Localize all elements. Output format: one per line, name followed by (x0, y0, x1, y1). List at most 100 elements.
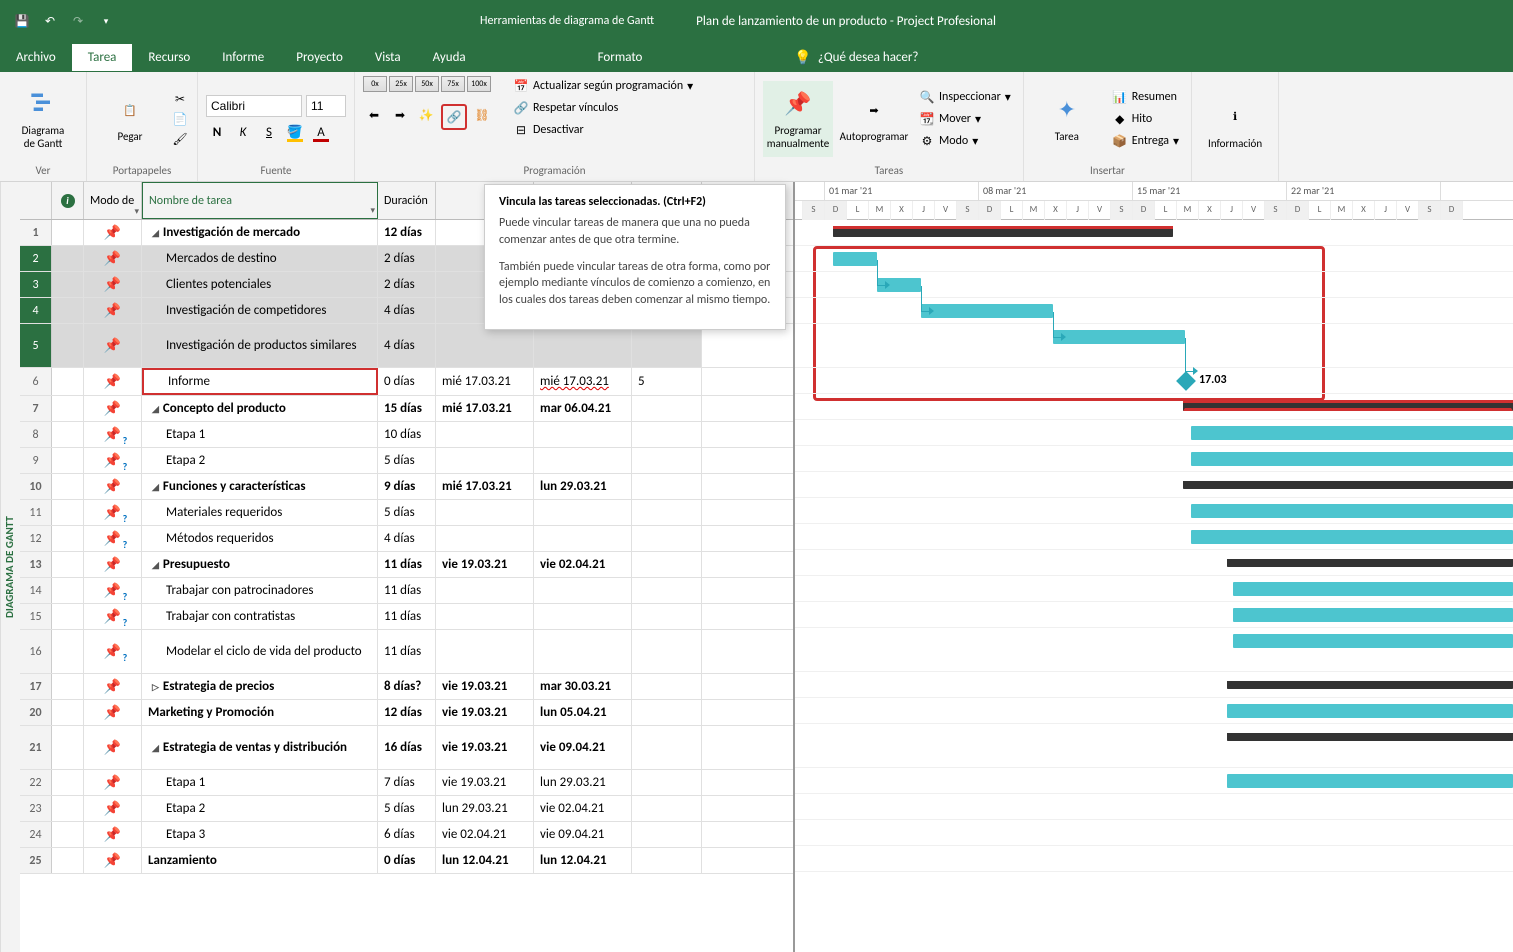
row-info[interactable] (52, 272, 84, 297)
row-mode[interactable]: 📌 (84, 526, 142, 551)
row-mode[interactable]: 📌 (84, 552, 142, 577)
table-row[interactable]: 10📌Funciones y características9 díasmié … (20, 474, 793, 500)
row-mode[interactable]: 📌 (84, 220, 142, 245)
row-name[interactable]: Investigación de competidores (142, 298, 378, 323)
row-start[interactable]: vie 19.03.21 (436, 674, 534, 699)
row-name[interactable]: Métodos requeridos (142, 526, 378, 551)
row-pred[interactable] (632, 396, 702, 421)
row-mode[interactable]: 📌 (84, 298, 142, 323)
gantt-row[interactable] (795, 246, 1513, 272)
row-duration[interactable]: 7 días (378, 770, 436, 795)
gantt-bar[interactable] (1183, 481, 1513, 489)
pct-100-button[interactable]: 100x (467, 76, 491, 92)
row-info[interactable] (52, 396, 84, 421)
row-info[interactable] (52, 298, 84, 323)
row-finish[interactable] (534, 448, 632, 473)
gantt-bar[interactable] (833, 229, 1173, 237)
row-pred[interactable] (632, 448, 702, 473)
row-info[interactable] (52, 448, 84, 473)
paste-button[interactable]: 📋 Pegar (95, 81, 165, 157)
row-info[interactable] (52, 700, 84, 725)
gantt-bar[interactable] (1191, 426, 1513, 440)
row-pred[interactable] (632, 726, 702, 769)
row-finish[interactable]: mar 06.04.21 (534, 396, 632, 421)
gantt-row[interactable] (795, 220, 1513, 246)
row-name[interactable]: Trabajar con patrocinadores (142, 578, 378, 603)
row-id[interactable]: 2 (20, 246, 52, 271)
row-mode[interactable]: 📌 (84, 700, 142, 725)
row-mode[interactable]: 📌 (84, 796, 142, 821)
col-name[interactable]: Nombre de tarea▾ (142, 182, 378, 219)
qat-dropdown-icon[interactable]: ▾ (94, 9, 118, 33)
row-duration[interactable]: 10 días (378, 422, 436, 447)
row-info[interactable] (52, 324, 84, 367)
row-pred[interactable] (632, 848, 702, 873)
row-pred[interactable] (632, 500, 702, 525)
table-row[interactable]: 23📌Etapa 25 díaslun 29.03.21vie 02.04.21 (20, 796, 793, 822)
table-row[interactable]: 9📌Etapa 25 días (20, 448, 793, 474)
row-duration[interactable]: 5 días (378, 500, 436, 525)
gantt-bar[interactable] (1053, 330, 1185, 344)
inspect-button[interactable]: 🔍Inspeccionar ▾ (915, 87, 1015, 107)
row-name[interactable]: Investigación de mercado (142, 220, 378, 245)
deactivate-button[interactable]: ⊟Desactivar (509, 120, 697, 140)
tab-proyecto[interactable]: Proyecto (280, 44, 359, 71)
row-duration[interactable]: 15 días (378, 396, 436, 421)
row-name[interactable]: Etapa 3 (142, 822, 378, 847)
row-info[interactable] (52, 630, 84, 673)
row-finish[interactable] (534, 500, 632, 525)
table-row[interactable]: 8📌Etapa 110 días (20, 422, 793, 448)
row-pred[interactable] (632, 422, 702, 447)
mode-button[interactable]: ⚙Modo ▾ (915, 131, 1015, 151)
row-name[interactable]: Etapa 2 (142, 448, 378, 473)
row-start[interactable]: vie 19.03.21 (436, 552, 534, 577)
row-start[interactable]: vie 19.03.21 (436, 726, 534, 769)
row-mode[interactable]: 📌 (84, 604, 142, 629)
gantt-row[interactable]: 17.03 (795, 368, 1513, 394)
row-pred[interactable] (632, 796, 702, 821)
tab-formato[interactable]: Formato (582, 44, 659, 71)
table-row[interactable]: 13📌Presupuesto11 díasvie 19.03.21vie 02.… (20, 552, 793, 578)
row-mode[interactable]: 📌 (84, 770, 142, 795)
update-schedule-button[interactable]: 📅Actualizar según programación ▾ (509, 76, 697, 96)
gantt-row[interactable] (795, 628, 1513, 672)
row-id[interactable]: 13 (20, 552, 52, 577)
tab-tarea[interactable]: Tarea (72, 44, 133, 71)
row-mode[interactable]: 📌 (84, 246, 142, 271)
table-row[interactable]: 6📌Informe0 díasmié 17.03.21mié 17.03.215 (20, 368, 793, 396)
row-mode[interactable]: 📌 (84, 422, 142, 447)
row-duration[interactable]: 4 días (378, 324, 436, 367)
font-size-input[interactable] (306, 95, 346, 117)
outdent-icon[interactable]: ⬅ (363, 104, 385, 126)
row-info[interactable] (52, 368, 84, 395)
gantt-row[interactable] (795, 524, 1513, 550)
save-icon[interactable]: 💾 (10, 9, 34, 33)
row-id[interactable]: 22 (20, 770, 52, 795)
row-start[interactable]: mié 17.03.21 (436, 368, 534, 395)
row-id[interactable]: 8 (20, 422, 52, 447)
row-start[interactable] (436, 526, 534, 551)
row-pred[interactable] (632, 630, 702, 673)
row-name[interactable]: Presupuesto (142, 552, 378, 577)
insert-milestone-button[interactable]: ◆Hito (1108, 109, 1183, 129)
table-row[interactable]: 7📌Concepto del producto15 díasmié 17.03.… (20, 396, 793, 422)
row-id[interactable]: 23 (20, 796, 52, 821)
row-start[interactable]: lun 12.04.21 (436, 848, 534, 873)
row-id[interactable]: 5 (20, 324, 52, 367)
gantt-row[interactable] (795, 576, 1513, 602)
indent-icon[interactable]: ➡ (389, 104, 411, 126)
copy-icon[interactable]: 📄 (171, 110, 189, 128)
row-pred[interactable] (632, 526, 702, 551)
row-finish[interactable]: vie 09.04.21 (534, 822, 632, 847)
row-info[interactable] (52, 422, 84, 447)
row-start[interactable] (436, 500, 534, 525)
gantt-bar[interactable] (1191, 452, 1513, 466)
row-id[interactable]: 9 (20, 448, 52, 473)
row-id[interactable]: 11 (20, 500, 52, 525)
row-duration[interactable]: 11 días (378, 630, 436, 673)
row-mode[interactable]: 📌 (84, 630, 142, 673)
tab-recurso[interactable]: Recurso (132, 44, 206, 71)
gantt-row[interactable] (795, 724, 1513, 768)
split-task-icon[interactable]: ✨ (415, 104, 437, 126)
row-info[interactable] (52, 500, 84, 525)
